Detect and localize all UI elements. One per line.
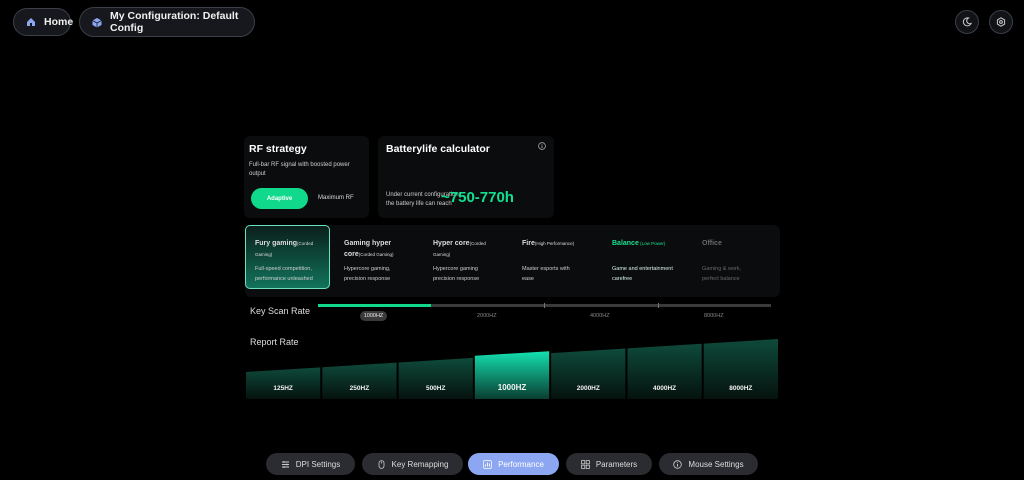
mode-name-sub: (Corded [469, 241, 486, 246]
report-rate-option-label: 4000HZ [653, 385, 676, 392]
info-circle-icon [673, 459, 683, 469]
key-scan-rate-slider[interactable] [318, 303, 771, 308]
mode-description: Gaming & work, perfect balance [702, 264, 741, 284]
key-scan-rate-label: Key Scan Rate [250, 306, 311, 316]
slider-tick [658, 303, 659, 308]
mode-name-main: Fire [522, 240, 535, 247]
report-rate-selector[interactable]: 125HZ 250HZ 500HZ 1000HZ 2000HZ 4000HZ 8000HZ [245, 337, 781, 401]
pulse-icon [483, 459, 492, 469]
mode-name-line2: core [344, 251, 359, 258]
nav-key-remapping[interactable]: Key Remapping [362, 453, 463, 475]
key-scan-option-1000hz[interactable]: 1000HZ [360, 311, 387, 321]
theme-toggle-button[interactable] [955, 10, 979, 34]
mode-name: Fury gaming(Corded Gaming) [255, 238, 313, 260]
home-button[interactable]: Home [13, 8, 74, 36]
mode-name: Hyper core(Corded Gaming) [433, 238, 486, 260]
mode-name: Fire(High Performance) [522, 238, 574, 249]
report-rate-option-label: 8000HZ [729, 385, 752, 392]
home-label: Home [44, 16, 74, 28]
config-label: My Configuration: Default Config [110, 10, 239, 34]
mode-name-sub2: (Corded Gaming) [358, 252, 394, 257]
rf-strategy-card: RF strategy Full-bar RF signal with boos… [244, 136, 369, 218]
mode-name-main: Hyper core [433, 240, 470, 247]
report-rate-option-label: 500HZ [426, 385, 446, 392]
key-scan-option-8000hz[interactable]: 8000HZ [704, 313, 724, 319]
nav-dpi-settings[interactable]: DPI Settings [266, 453, 355, 475]
cube-icon [92, 17, 102, 27]
report-rate-segment[interactable] [246, 367, 321, 399]
mode-description: Hypercore gaming precision response [433, 264, 479, 284]
adaptive-button[interactable]: Adaptive [251, 188, 308, 209]
mode-description-line-2: carefree [612, 276, 633, 282]
report-rate-option-label: 250HZ [350, 385, 370, 392]
performance-mode-panel: Fury gaming(Corded Gaming) Full-speed comp… [245, 225, 780, 297]
battery-life-value: ~750-770h [441, 189, 514, 206]
rf-description-2: output [249, 171, 266, 177]
mode-description: Full-speed competition, performance unlea… [255, 264, 313, 284]
battery-title: Batterylife calculator [386, 143, 490, 155]
mode-name-main: Office [702, 240, 722, 247]
mode-name-sub: (Low Power) [638, 241, 666, 246]
rf-title: RF strategy [249, 143, 307, 155]
mode-description-line-1: Gaming & work, [702, 266, 742, 272]
mode-description-line-2: perfect balance [702, 276, 740, 282]
moon-icon [962, 17, 972, 27]
mode-name-sub: (Corded [297, 241, 314, 246]
mode-name-sub2: Gaming) [433, 252, 451, 257]
nav-performance[interactable]: Performance [468, 453, 559, 475]
mode-description: Master esports with ease [522, 264, 570, 284]
config-selector-button[interactable]: My Configuration: Default Config [79, 7, 255, 37]
nav-parameters-label: Parameters [595, 459, 638, 469]
report-rate-option-label: 1000HZ [498, 383, 527, 392]
mode-name-main: Gaming hyper [344, 240, 392, 247]
key-scan-option-4000hz[interactable]: 4000HZ [590, 313, 610, 319]
mode-name-main: Fury gaming [255, 240, 298, 247]
report-rate-option-label: 125HZ [273, 385, 293, 392]
nav-key-remapping-label: Key Remapping [391, 459, 449, 469]
report-rate-segment[interactable] [322, 362, 397, 399]
nav-mouse-settings-label: Mouse Settings [688, 459, 744, 469]
mode-name: Balance (Low Power) [612, 238, 665, 249]
slider-tick [544, 303, 545, 308]
mode-description-line-1: Hypercore gaming [433, 266, 478, 272]
mode-description-line-1: Master esports with [522, 266, 570, 272]
mode-name: Gaming hyper core(Corded Gaming) [344, 238, 394, 260]
rf-description-1: Full-bar RF signal with boosted power [249, 162, 350, 168]
mode-name-sub2: Gaming) [255, 252, 273, 257]
nav-mouse-settings[interactable]: Mouse Settings [659, 453, 758, 475]
nav-performance-label: Performance [498, 459, 544, 469]
mode-description-line-2: ease [522, 276, 534, 282]
mode-description-line-2: precision response [344, 276, 391, 282]
gear-icon [996, 17, 1006, 27]
mouse-icon [377, 459, 386, 469]
mode-name: Office [702, 238, 722, 249]
mode-description: Hypercore gaming, precision response [344, 264, 390, 284]
sliders-icon [281, 460, 290, 469]
home-icon [26, 17, 36, 27]
mode-name-sub: (High Performance) [534, 241, 575, 246]
key-scan-rate-fill [318, 304, 432, 307]
key-scan-option-2000hz[interactable]: 2000HZ [477, 313, 497, 319]
mode-description-line-2: precision response [433, 276, 480, 282]
maximum-rf-button[interactable]: Maximum RF [318, 195, 354, 201]
battery-calculator-card: Batterylife calculator Under current con… [378, 136, 554, 218]
report-rate-segment[interactable] [398, 357, 473, 399]
mode-description-line-1: Hypercore gaming, [344, 266, 391, 272]
nav-parameters[interactable]: Parameters [566, 453, 652, 475]
info-icon[interactable] [538, 142, 546, 150]
settings-button[interactable] [989, 10, 1013, 34]
mode-description-line-2: performance unleashed [255, 276, 313, 282]
mode-description-line-1: Game and entertainment [612, 266, 673, 272]
mode-description: Game and entertainment carefree [612, 264, 673, 284]
mode-name-main: Balance [612, 240, 639, 247]
nav-dpi-label: DPI Settings [295, 459, 341, 469]
mode-description-line-1: Full-speed competition, [255, 266, 312, 272]
grid-icon [581, 459, 590, 469]
report-rate-option-label: 2000HZ [577, 385, 600, 392]
